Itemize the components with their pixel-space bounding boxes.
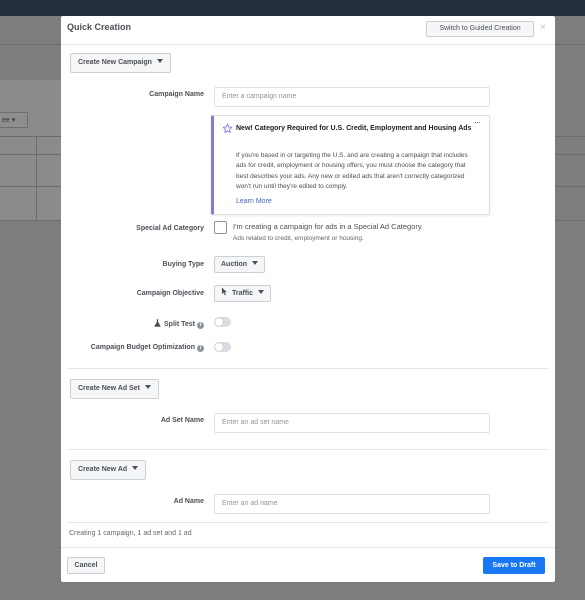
bg-dropdown: ee ▾ [0, 112, 28, 128]
bg-dropdown-text: ee [2, 117, 10, 124]
close-icon[interactable]: × [540, 22, 546, 33]
buying-type-value: Auction [221, 261, 248, 268]
app-topbar [0, 0, 585, 16]
special-ad-category-subtext: Ads related to credit, employment or hou… [233, 235, 364, 242]
ad-name-input[interactable]: Enter an ad name [214, 494, 490, 514]
modal-title: Quick Creation [67, 22, 132, 32]
section-divider [67, 449, 549, 450]
info-icon[interactable]: i [197, 345, 204, 352]
special-ad-category-label: Special Ad Category [136, 225, 204, 232]
info-icon[interactable]: i [197, 322, 204, 329]
buying-type-label: Buying Type [162, 261, 204, 268]
cursor-icon [221, 287, 227, 296]
learn-more-link[interactable]: Learn More [236, 198, 272, 205]
toggle-knob [215, 318, 223, 326]
cancel-button[interactable]: Cancel [67, 557, 105, 574]
quick-creation-modal: Quick Creation Switch to Guided Creation… [61, 16, 555, 582]
toggle-knob [215, 343, 223, 351]
notice-title: New! Category Required for U.S. Credit, … [236, 125, 472, 132]
special-ad-category-text: I'm creating a campaign for ads in a Spe… [233, 222, 424, 231]
campaign-objective-value: Traffic [232, 290, 254, 297]
special-category-notice: New! Category Required for U.S. Credit, … [211, 115, 490, 215]
save-to-draft-button[interactable]: Save to Draft [483, 557, 545, 574]
create-new-ad-button[interactable]: Create New Ad [70, 460, 147, 480]
buying-type-dropdown[interactable]: Auction [214, 256, 266, 273]
modal-header: Quick Creation Switch to Guided Creation… [61, 16, 555, 45]
caret-down-icon [156, 59, 163, 63]
bg-column-line [36, 136, 37, 220]
notice-body: If you're based in or targeting the U.S.… [236, 152, 468, 190]
create-new-campaign-button[interactable]: Create New Campaign [70, 53, 171, 73]
ad-set-name-input[interactable]: Enter an ad set name [214, 413, 490, 433]
split-test-label: Split Test [164, 321, 195, 328]
split-test-label-group: Split Test i [154, 319, 204, 329]
star-icon [222, 123, 233, 133]
create-new-ad-set-button[interactable]: Create New Ad Set [70, 379, 159, 399]
more-options-icon[interactable]: ··· [474, 117, 481, 127]
campaign-name-label: Campaign Name [149, 91, 204, 98]
caret-down-icon [258, 290, 265, 294]
flask-icon [154, 319, 161, 327]
section-divider [67, 522, 549, 523]
bg-table-panel [0, 80, 62, 220]
ad-set-name-label: Ad Set Name [160, 417, 204, 424]
special-ad-category-checkbox[interactable] [214, 221, 227, 234]
footer-divider [61, 547, 555, 548]
split-test-toggle[interactable] [214, 317, 231, 327]
caret-down-icon [144, 385, 151, 389]
campaign-objective-dropdown[interactable]: Traffic [214, 285, 272, 302]
campaign-budget-optimization-label: Campaign Budget Optimization [90, 344, 195, 351]
ad-name-label: Ad Name [173, 498, 204, 505]
create-new-campaign-label: Create New Campaign [78, 59, 152, 66]
create-new-ad-set-label: Create New Ad Set [78, 385, 140, 392]
creation-summary: Creating 1 campaign, 1 ad set and 1 ad [69, 530, 192, 537]
switch-to-guided-creation-button[interactable]: Switch to Guided Creation [426, 21, 534, 37]
create-new-ad-label: Create New Ad [78, 466, 128, 473]
caret-down-icon [132, 466, 139, 470]
campaign-objective-label: Campaign Objective [136, 290, 204, 297]
section-divider [67, 368, 549, 369]
cbo-label-group: Campaign Budget Optimization i [91, 344, 204, 352]
caret-down-icon [252, 261, 259, 265]
campaign-budget-optimization-toggle[interactable] [214, 342, 231, 352]
campaign-name-input[interactable]: Enter a campaign name [214, 87, 490, 107]
